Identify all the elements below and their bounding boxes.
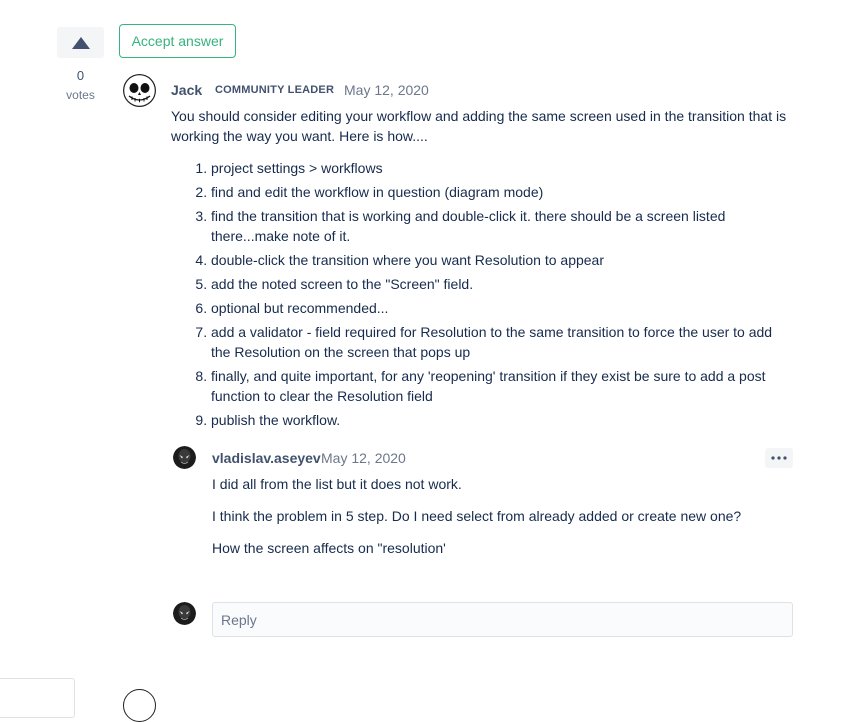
next-author-avatar[interactable] (123, 689, 156, 722)
upvote-triangle-icon (71, 36, 90, 49)
accept-answer-button[interactable]: Accept answer (119, 24, 236, 58)
answer-author-name[interactable]: Jack (171, 82, 202, 98)
comment-paragraph: I think the problem in 5 step. Do I need… (212, 508, 742, 524)
comment-paragraph: How the screen affects on "resolution' (212, 540, 446, 556)
list-item: double-click the transition where you wa… (211, 250, 781, 270)
comment-date: May 12, 2020 (321, 450, 406, 466)
comment-paragraph: I did all from the list but it does not … (212, 476, 462, 492)
list-item: publish the workflow. (211, 410, 781, 430)
more-options-icon (771, 456, 787, 460)
answer-author-avatar[interactable] (123, 74, 156, 107)
community-leader-badge: COMMUNITY LEADER (215, 84, 335, 96)
list-item: optional but recommended... (211, 298, 781, 318)
votes-label: votes (66, 88, 95, 102)
list-item: finally, and quite important, for any 'r… (211, 366, 781, 406)
upvote-button[interactable] (57, 27, 104, 58)
list-item: project settings > workflows (211, 158, 781, 178)
list-item: find the transition that is working and … (211, 206, 781, 246)
list-item: add a validator - field required for Res… (211, 322, 781, 362)
comment-author-name[interactable]: vladislav.aseyev (212, 450, 321, 466)
next-vote-box[interactable] (0, 678, 75, 718)
reply-user-avatar (173, 602, 196, 625)
comment-author-avatar[interactable] (173, 446, 196, 469)
answer-date: May 12, 2020 (344, 82, 429, 98)
answer-intro: You should consider editing your workflo… (171, 108, 787, 144)
list-item: add the noted screen to the "Screen" fie… (211, 274, 781, 294)
vote-count: 0 (76, 68, 85, 83)
list-item: find and edit the workflow in question (… (211, 182, 781, 202)
comment-more-options-button[interactable] (765, 448, 793, 468)
reply-input[interactable] (212, 602, 793, 637)
steps-list: project settings > workflows find and ed… (171, 158, 781, 434)
